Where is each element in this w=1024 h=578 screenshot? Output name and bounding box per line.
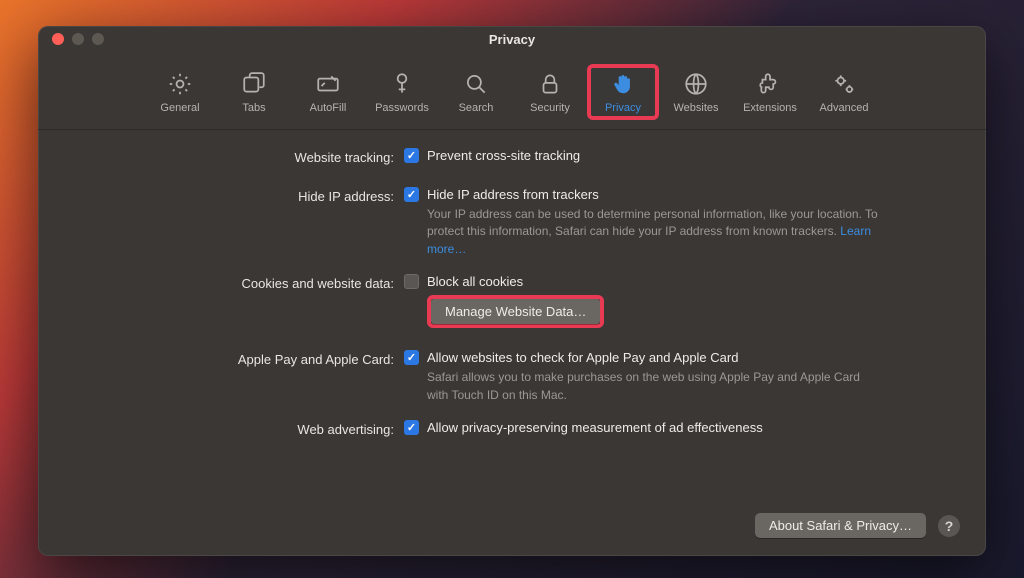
footer: About Safari & Privacy… ? <box>755 513 960 538</box>
tab-label: Websites <box>673 102 718 114</box>
tab-label: Security <box>530 102 570 114</box>
tab-label: Passwords <box>375 102 429 114</box>
tab-label: Extensions <box>743 102 797 114</box>
hide-ip-description: Your IP address can be used to determine… <box>404 206 884 258</box>
globe-icon <box>682 70 710 98</box>
block-all-cookies-checkbox[interactable] <box>404 274 419 289</box>
key-icon <box>388 70 416 98</box>
apple-pay-label: Apple Pay and Apple Card: <box>74 350 404 367</box>
website-tracking-label: Website tracking: <box>74 148 404 165</box>
tab-websites[interactable]: Websites <box>659 66 733 118</box>
zoom-window-button[interactable] <box>92 33 104 45</box>
tabs-icon <box>240 70 268 98</box>
apple-pay-checkbox-label: Allow websites to check for Apple Pay an… <box>427 350 738 365</box>
gears-icon <box>830 70 858 98</box>
web-advertising-checkbox-label: Allow privacy-preserving measurement of … <box>427 420 763 435</box>
search-icon <box>462 70 490 98</box>
preferences-toolbar: General Tabs AutoFill Passwords Search <box>38 52 986 130</box>
tab-passwords[interactable]: Passwords <box>365 66 439 118</box>
hide-ip-checkbox-label: Hide IP address from trackers <box>427 187 599 202</box>
tab-tabs[interactable]: Tabs <box>217 66 291 118</box>
traffic-lights <box>52 33 104 45</box>
puzzle-icon <box>756 70 784 98</box>
tab-label: AutoFill <box>310 102 347 114</box>
hide-ip-label: Hide IP address: <box>74 187 404 204</box>
hand-icon <box>609 70 637 98</box>
tab-security[interactable]: Security <box>513 66 587 118</box>
hide-ip-checkbox[interactable]: ✓ <box>404 187 419 202</box>
preferences-content: Website tracking: ✓ Prevent cross-site t… <box>38 130 986 556</box>
tab-label: Search <box>459 102 494 114</box>
tab-label: General <box>160 102 199 114</box>
manage-website-data-button[interactable]: Manage Website Data… <box>431 299 600 324</box>
tab-advanced[interactable]: Advanced <box>807 66 881 118</box>
prevent-cross-site-tracking-label: Prevent cross-site tracking <box>427 148 580 163</box>
tab-extensions[interactable]: Extensions <box>733 66 807 118</box>
tab-general[interactable]: General <box>143 66 217 118</box>
preferences-window: Privacy General Tabs AutoFill Passwords <box>38 26 986 556</box>
tab-label: Privacy <box>605 102 641 114</box>
window-title: Privacy <box>38 32 986 47</box>
block-all-cookies-label: Block all cookies <box>427 274 523 289</box>
web-advertising-label: Web advertising: <box>74 420 404 437</box>
web-advertising-checkbox[interactable]: ✓ <box>404 420 419 435</box>
close-window-button[interactable] <box>52 33 64 45</box>
gear-icon <box>166 70 194 98</box>
apple-pay-checkbox[interactable]: ✓ <box>404 350 419 365</box>
tab-autofill[interactable]: AutoFill <box>291 66 365 118</box>
about-safari-privacy-button[interactable]: About Safari & Privacy… <box>755 513 926 538</box>
help-button[interactable]: ? <box>938 515 960 537</box>
tab-label: Tabs <box>242 102 265 114</box>
apple-pay-description: Safari allows you to make purchases on t… <box>404 369 884 404</box>
pencil-icon <box>314 70 342 98</box>
tab-label: Advanced <box>820 102 869 114</box>
minimize-window-button[interactable] <box>72 33 84 45</box>
tab-search[interactable]: Search <box>439 66 513 118</box>
lock-icon <box>536 70 564 98</box>
tab-privacy[interactable]: Privacy <box>587 64 659 120</box>
cookies-label: Cookies and website data: <box>74 274 404 291</box>
titlebar: Privacy <box>38 26 986 52</box>
prevent-cross-site-tracking-checkbox[interactable]: ✓ <box>404 148 419 163</box>
